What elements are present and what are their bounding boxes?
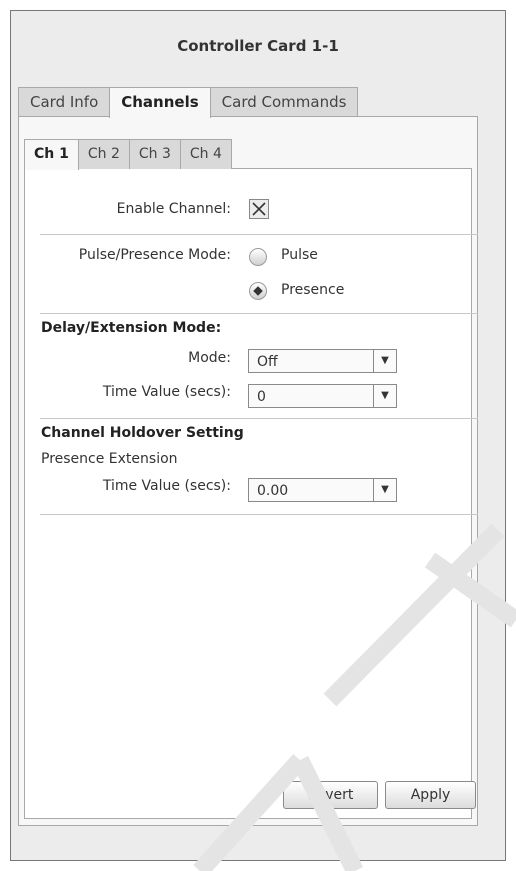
outer-tab-bar: Card Info Channels Card Commands: [18, 87, 359, 118]
separator: [40, 313, 478, 314]
revert-button[interactable]: Revert: [283, 781, 378, 809]
tab-ch4[interactable]: Ch 4: [179, 139, 232, 169]
tab-card-info[interactable]: Card Info: [18, 87, 111, 117]
enable-channel-checkbox[interactable]: [249, 199, 269, 219]
chevron-down-icon: ▼: [373, 385, 396, 407]
tab-ch2[interactable]: Ch 2: [77, 139, 130, 169]
separator: [40, 234, 478, 235]
holdover-time-select[interactable]: 0.00 ▼: [248, 478, 397, 502]
delay-extension-heading: Delay/Extension Mode:: [41, 320, 222, 336]
holdover-time-label: Time Value (secs):: [102, 478, 231, 494]
mode-select-value: Off: [257, 354, 278, 370]
mode-select[interactable]: Off ▼: [248, 349, 397, 373]
radio-selected-dot: [253, 286, 263, 296]
tab-ch1[interactable]: Ch 1: [24, 139, 79, 170]
chevron-down-icon: ▼: [373, 479, 396, 501]
pulse-radio[interactable]: [249, 248, 267, 266]
holdover-time-select-value: 0.00: [257, 483, 289, 499]
mode-label: Mode:: [188, 350, 231, 366]
delay-time-select[interactable]: 0 ▼: [248, 384, 397, 408]
check-x-icon: [252, 202, 266, 216]
chevron-down-icon: ▼: [373, 350, 396, 372]
window-title: Controller Card 1-1: [177, 37, 339, 55]
pulse-presence-label: Pulse/Presence Mode:: [78, 247, 231, 263]
separator: [40, 514, 478, 515]
apply-button[interactable]: Apply: [385, 781, 476, 809]
presence-radio[interactable]: [249, 282, 267, 300]
tab-ch3[interactable]: Ch 3: [128, 139, 181, 169]
pulse-radio-label: Pulse: [281, 247, 318, 263]
presence-radio-label: Presence: [281, 282, 345, 298]
separator: [40, 418, 478, 419]
enable-channel-label: Enable Channel:: [116, 201, 231, 217]
delay-time-select-value: 0: [257, 389, 266, 405]
delay-time-label: Time Value (secs):: [102, 384, 231, 400]
channel-tab-bar: Ch 1 Ch 2 Ch 3 Ch 4: [24, 139, 232, 170]
tab-channels[interactable]: Channels: [109, 87, 211, 118]
holdover-subheading: Presence Extension: [41, 451, 178, 467]
holdover-heading: Channel Holdover Setting: [41, 425, 244, 441]
tab-card-commands[interactable]: Card Commands: [209, 87, 359, 117]
